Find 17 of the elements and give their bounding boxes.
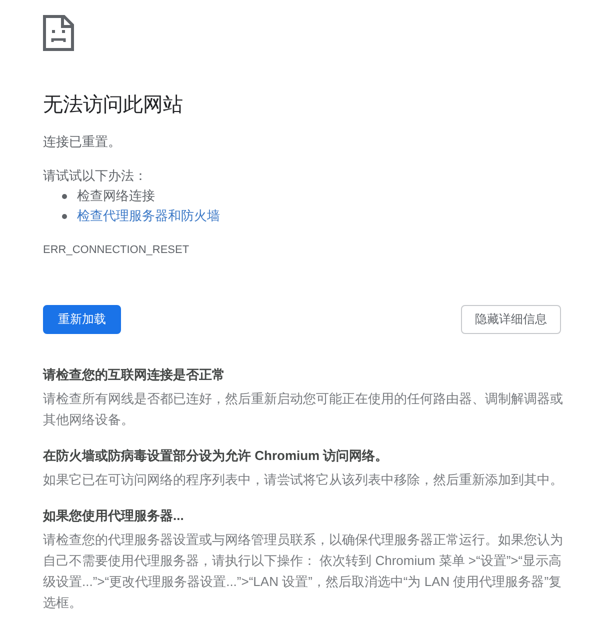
section-text: 请检查所有网线是否都已连好，然后重新启动您可能正在使用的任何路由器、调制解调器或其他网络设备。 [43, 390, 563, 429]
error-title: 无法访问此网站 [43, 93, 183, 117]
suggestions-heading: 请试试以下办法： [43, 167, 147, 185]
section-text: 如果它已在可访问网络的程序列表中，请尝试将它从该列表中移除，然后重新添加到其中。 [43, 471, 563, 489]
suggestion-text: 检查网络连接 [77, 187, 155, 205]
bullet-icon [62, 214, 67, 218]
reload-button[interactable]: 重新加载 [43, 305, 121, 334]
sad-page-icon [43, 15, 74, 51]
error-code: ERR_CONNECTION_RESET [43, 243, 190, 258]
section-heading: 在防火墙或防病毒设置部分设为允许 Chromium 访问网络。 [43, 447, 390, 465]
section-text: 请检查您的代理服务器设置或与网络管理员联系，以确保代理服务器正常运行。如果您认为自己不需要使用代理服务器，请执行以下操作： 依次转到 Chromium 菜单 >“设置”>“显示高级设置...”>“更改代理服务器设置...”>“LAN 设置”，然后取消选中“为 LAN 使用代理服务器”复选框。 [43, 531, 563, 612]
error-subtitle: 连接已重置。 [43, 133, 121, 151]
section-heading: 请检查您的互联网连接是否正常 [43, 366, 226, 384]
bullet-icon [62, 194, 67, 198]
section-heading: 如果您使用代理服务器... [43, 507, 185, 525]
details-button[interactable]: 隐藏详细信息 [461, 305, 561, 334]
suggestion-link[interactable]: 检查代理服务器和防火墙 [77, 206, 220, 226]
